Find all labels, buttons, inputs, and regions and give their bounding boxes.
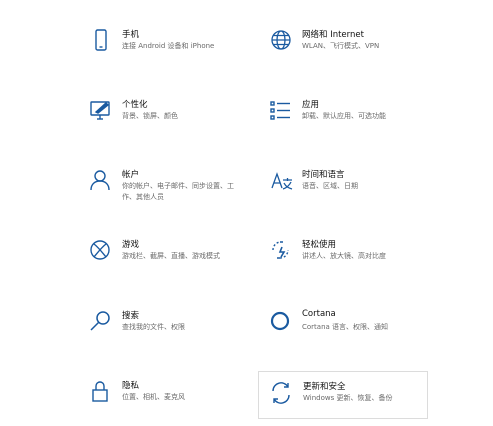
tile-description: 语音、区域、日期 [302,182,358,190]
tile-network[interactable]: 网络和 Internet WLAN、飞行模式、VPN [268,28,438,72]
tile-description: Cortana 语言、权限、通知 [302,323,389,331]
globe-icon [268,28,294,54]
tile-gaming[interactable]: 游戏 游戏栏、截屏、直播、游戏模式 [88,238,258,282]
search-icon [88,309,114,335]
tile-title: 更新和安全 [303,382,346,392]
tile-apps[interactable]: 应用 卸载、默认应用、可选功能 [268,98,438,142]
tile-description: 连接 Android 设备和 iPhone [122,42,215,50]
tile-time-language[interactable]: 时间和语言 语音、区域、日期 [268,168,438,212]
tile-accounts[interactable]: 帐户 你的帐户、电子邮件、同步设置、工作、其他人员 [88,168,258,212]
tile-title: 手机 [122,30,140,40]
xbox-icon [88,238,114,264]
apps-list-icon [268,98,294,124]
tile-title: 搜索 [122,311,140,321]
tile-title: 游戏 [122,240,140,250]
tile-title: Cortana [302,309,336,319]
tile-search[interactable]: 搜索 查找我的文件、权限 [88,309,258,353]
tile-description: 位置、相机、麦克风 [122,393,185,401]
person-icon [88,168,114,194]
tile-description: 查找我的文件、权限 [122,323,185,331]
tile-privacy[interactable]: 隐私 位置、相机、麦克风 [88,379,258,423]
tile-description: 你的帐户、电子邮件、同步设置、工作、其他人员 [122,182,234,201]
tile-cortana[interactable]: Cortana Cortana 语言、权限、通知 [268,309,438,353]
tile-title: 网络和 Internet [302,30,364,40]
tile-description: 背景、锁屏、颜色 [122,112,178,120]
tile-title: 个性化 [122,100,148,110]
tile-title: 隐私 [122,381,140,391]
tile-title: 帐户 [122,170,140,180]
tile-title: 轻松使用 [302,240,337,250]
phone-icon [88,28,114,54]
tile-personalization[interactable]: 个性化 背景、锁屏、颜色 [88,98,258,142]
tile-title: 时间和语言 [302,170,345,180]
tile-description: 卸载、默认应用、可选功能 [302,112,386,120]
tile-ease-of-access[interactable]: 轻松使用 讲述人、放大镜、高对比度 [268,238,438,282]
paint-monitor-icon [88,98,114,124]
tile-update-security[interactable]: 更新和安全 Windows 更新、恢复、备份 [258,371,428,419]
tile-title: 应用 [302,100,320,110]
sync-arrows-icon [269,380,295,406]
lock-icon [88,379,114,405]
tile-description: 讲述人、放大镜、高对比度 [302,252,386,260]
tile-description: Windows 更新、恢复、备份 [303,394,393,402]
cortana-ring-icon [268,309,294,335]
time-language-icon [268,168,294,194]
tile-phone[interactable]: 手机 连接 Android 设备和 iPhone [88,28,258,72]
tile-description: WLAN、飞行模式、VPN [302,42,380,50]
tile-description: 游戏栏、截屏、直播、游戏模式 [122,252,220,260]
ease-of-access-icon [268,238,294,264]
